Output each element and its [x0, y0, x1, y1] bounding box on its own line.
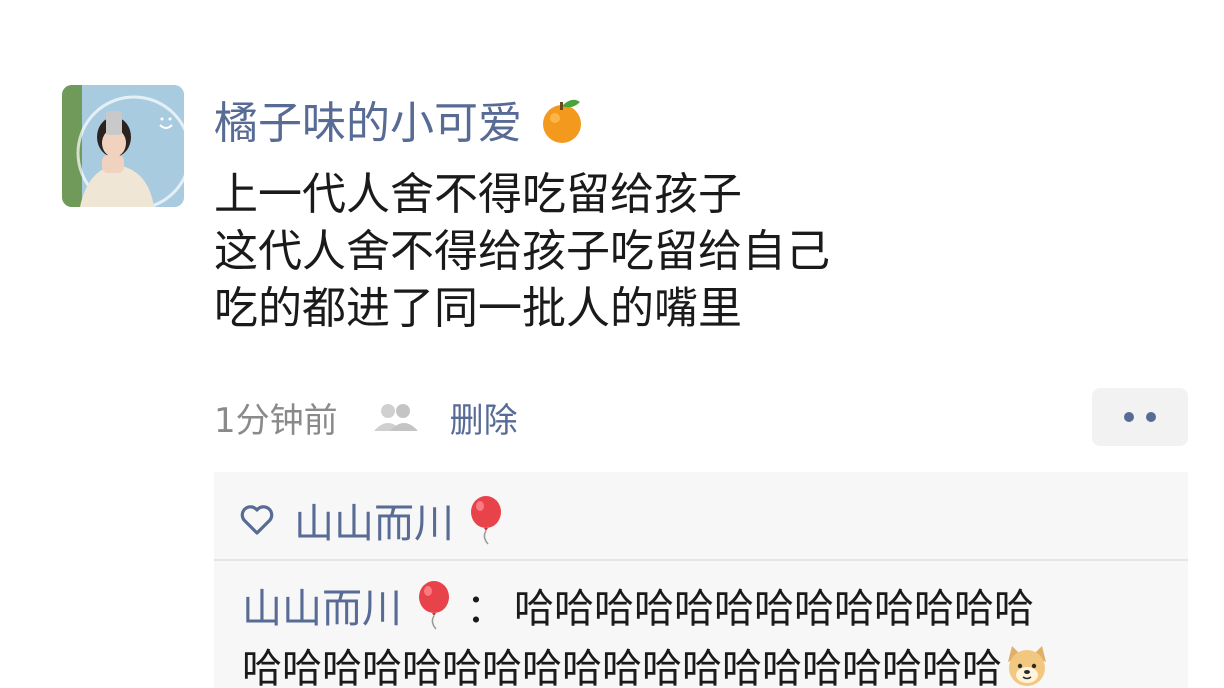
balloon-icon	[471, 496, 501, 545]
post-text-line: 上一代人舍不得吃留给孩子	[214, 169, 742, 220]
comment-text: 哈哈哈哈哈哈哈哈哈哈哈哈哈	[514, 586, 1034, 632]
comment-item: 山山而川 ： 哈哈哈哈哈哈哈哈哈哈哈哈哈	[242, 576, 1034, 634]
more-button[interactable]	[1092, 388, 1188, 446]
post-text: 上一代人舍不得吃留给孩子 这代人舍不得给孩子吃留给自己 吃的都进了同一批人的嘴里	[214, 166, 830, 337]
comment-item-continued: 哈哈哈哈哈哈哈哈哈哈哈哈哈哈哈哈哈哈哈	[242, 636, 1050, 688]
doge-icon	[1008, 646, 1046, 686]
post-text-line: 吃的都进了同一批人的嘴里	[214, 283, 742, 334]
friends-icon	[373, 404, 418, 431]
balloon-icon	[419, 581, 449, 630]
like-user-name[interactable]: 山山而川	[294, 491, 454, 549]
orange-icon	[543, 99, 581, 143]
avatar[interactable]	[62, 85, 184, 207]
comment-separator: ：	[466, 586, 506, 632]
more-dots-icon	[1124, 412, 1134, 422]
post-text-line: 这代人舍不得给孩子吃留给自己	[214, 226, 830, 277]
more-dots-icon	[1146, 412, 1156, 422]
post-time: 1分钟前	[214, 400, 338, 441]
delete-link[interactable]: 删除	[450, 393, 518, 442]
comment-text: 哈哈哈哈哈哈哈哈哈哈哈哈哈哈哈哈哈哈哈	[242, 646, 1002, 688]
comment-author[interactable]: 山山而川	[242, 576, 402, 634]
post-author-name[interactable]: 橘子味的小可爱	[214, 98, 522, 149]
likes-row: 山山而川	[240, 492, 504, 548]
heart-icon	[240, 505, 274, 535]
avatar-photo	[62, 85, 184, 207]
post-meta-row: 1分钟前 删除	[214, 388, 518, 446]
post-author-row: 橘子味的小可爱	[214, 94, 584, 154]
divider	[214, 559, 1188, 561]
comments-section: 山山而川 山山而川 ： 哈哈哈哈哈哈哈哈哈哈哈哈哈 哈哈哈哈哈哈哈哈哈哈哈哈哈哈…	[214, 472, 1188, 688]
